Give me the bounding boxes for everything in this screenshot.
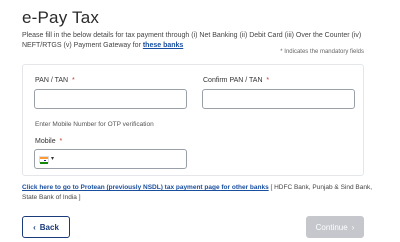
pan-input[interactable] [34,89,187,109]
otp-hint: Enter Mobile Number for OTP verification [35,121,154,128]
india-flag-icon[interactable] [39,156,49,164]
required-star: * [71,77,75,84]
continue-button-label: Continue [315,222,348,232]
chevron-right-icon: › [351,222,355,232]
mobile-label-text: Mobile [35,138,56,145]
mandatory-note: * Indicates the mandatory fields [280,49,364,55]
confirm-pan-input[interactable] [202,89,355,109]
chevron-left-icon: ‹ [33,222,36,232]
mobile-input[interactable]: ▾ [34,149,187,169]
confirm-pan-label: Confirm PAN / TAN * [203,77,269,84]
confirm-pan-label-text: Confirm PAN / TAN [203,77,263,84]
these-banks-link[interactable]: these banks [143,42,183,49]
form-card: PAN / TAN * Confirm PAN / TAN * Enter Mo… [22,64,364,176]
pan-label-text: PAN / TAN [35,77,69,84]
country-dropdown-caret-icon[interactable]: ▾ [51,155,54,162]
back-button-label: Back [39,222,59,232]
required-star: * [266,77,270,84]
protean-link-row: Click here to go to Protean (previously … [22,183,372,203]
pan-label: PAN / TAN * [35,77,75,84]
page-title: e-Pay Tax [22,8,100,27]
intro-description: Please fill in the below details for tax… [22,32,362,49]
intro-text: Please fill in the below details for tax… [22,31,382,51]
mobile-label: Mobile * [35,138,62,145]
continue-button[interactable]: Continue › [306,216,364,238]
back-button[interactable]: ‹ Back [22,216,70,238]
protean-tax-payment-link[interactable]: Click here to go to Protean (previously … [22,184,269,191]
required-star: * [59,138,63,145]
